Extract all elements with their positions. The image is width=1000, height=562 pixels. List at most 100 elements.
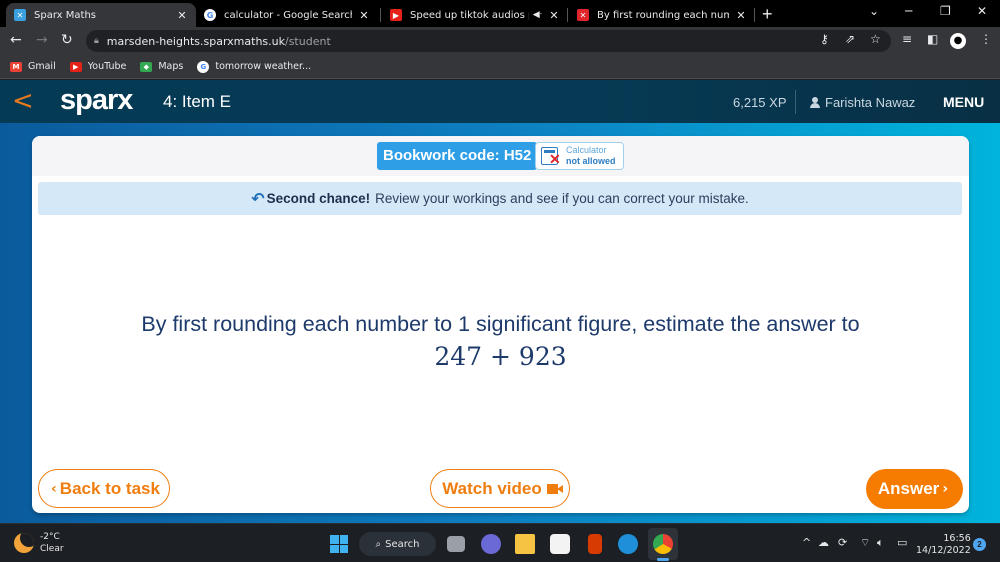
tab-title: By first rounding each number to [597,9,729,21]
moon-icon [14,533,34,553]
volume-icon[interactable]: 🔈︎ [877,536,884,550]
bookmark-label: Maps [158,61,184,72]
back-to-task-label: Back to task [59,478,160,498]
url-host: marsden-heights.sparxmaths.uk [106,34,285,48]
windows-taskbar: -2°C Clear ⌕ Search ^ ☁ ⟳ ⌔ 🔈︎ ▭ 16:56 1… [0,523,1000,562]
bookmark-gmail[interactable]: M Gmail [10,61,56,72]
notification-badge[interactable]: 2 [973,538,986,551]
task-title: 4: Item E [163,92,232,111]
menu-button[interactable]: MENU [943,94,984,110]
close-tab-icon[interactable]: ✕ [735,9,747,22]
sparx-logo: sparx [60,84,133,116]
calculator-crossed-icon: ✕ [540,146,562,166]
clock-time: 16:56 [943,533,971,544]
sync-icon[interactable]: ⟳ [838,536,847,549]
windows-start-icon[interactable] [330,535,348,553]
watch-video-button[interactable]: Watch video [430,469,570,508]
onedrive-icon[interactable]: ☁ [818,536,829,549]
close-tab-icon[interactable]: ✕ [176,9,188,22]
clock-date: 14/12/2022 [916,545,971,556]
bookmark-star-icon[interactable]: ☆ [870,32,881,46]
office-icon[interactable] [588,534,602,554]
calculator-not-allowed-badge: ✕ Calculator not allowed [535,142,624,170]
user-profile[interactable]: Farishta Nawaz [810,95,915,110]
tab-separator [754,8,755,22]
tab-question[interactable]: ✕ By first rounding each number to ✕ [569,3,755,27]
bookmarks-bar: M Gmail ▶ YouTube ◆ Maps G tomorrow weat… [0,55,1000,79]
watch-video-label: Watch video [442,478,542,498]
media-control-icon[interactable]: ≡ [902,32,912,46]
tab-separator [567,8,568,22]
bookwork-code-badge: Bookwork code: H52 [377,142,538,170]
restore-icon[interactable]: ❐ [940,4,951,18]
reload-icon[interactable]: ↻ [61,32,73,48]
question-card: Bookwork code: H52 ✕ Calculator not allo… [32,136,969,513]
video-camera-icon [546,483,563,494]
answer-button[interactable]: Answer › [866,469,963,509]
file-explorer-icon[interactable] [515,534,535,554]
back-to-task-button[interactable]: ‹ Back to task [38,469,170,508]
sparx-error-icon: ✕ [577,9,589,21]
tab-title: Sparx Maths [34,9,96,21]
maps-icon: ◆ [140,61,153,72]
bookmark-label: tomorrow weather... [215,61,312,72]
tab-youtube[interactable]: ▶ Speed up tiktok audios part ◀ᐧ ✕ [382,3,568,27]
bookmark-label: Gmail [28,61,56,72]
google-icon: G [204,9,216,21]
more-menu-icon[interactable]: ⋮ [980,32,992,46]
address-bar[interactable]: 🔒︎ marsden-heights.sparxmaths.uk/student [86,30,891,52]
chevron-right-icon: › [942,481,949,497]
microsoft-store-icon[interactable] [550,534,570,554]
second-chance-banner: ↶ Second chance! Review your workings an… [38,182,962,215]
key-icon[interactable]: ⚷ [820,32,829,46]
tab-google-calculator[interactable]: G calculator - Google Search ✕ [196,3,378,27]
forward-arrow-icon[interactable]: → [36,32,48,48]
sparx-icon: ✕ [14,9,26,21]
task-view-icon[interactable] [447,536,465,552]
user-name: Farishta Nawaz [825,95,916,110]
calculator-status: not allowed [566,156,616,166]
weather-widget[interactable]: -2°C Clear [14,531,64,555]
share-icon[interactable]: ⇗ [845,32,855,46]
close-tab-icon[interactable]: ✕ [548,9,560,22]
temperature: -2°C [40,532,60,542]
tab-separator [380,8,381,22]
new-tab-button[interactable]: + [762,4,773,25]
edge-icon[interactable] [618,534,638,554]
sparx-header: < sparx 4: Item E 6,215 XP Farishta Nawa… [0,80,1000,123]
battery-icon[interactable]: ▭ [897,536,907,549]
browser-toolbar: ← → ↻ 🔒︎ marsden-heights.sparxmaths.uk/s… [0,27,1000,55]
bookmark-weather[interactable]: G tomorrow weather... [197,60,312,73]
youtube-icon: ▶ [69,61,82,72]
close-tab-icon[interactable]: ✕ [358,9,370,22]
back-arrow-icon[interactable]: ← [10,32,22,48]
teams-chat-icon[interactable] [481,534,501,554]
system-clock[interactable]: 16:56 14/12/2022 [916,533,971,557]
chrome-icon[interactable] [653,534,673,554]
taskbar-search[interactable]: ⌕ Search [359,532,436,556]
show-hidden-icons[interactable]: ^ [802,536,811,549]
bookmark-youtube[interactable]: ▶ YouTube [69,61,127,72]
close-window-icon[interactable]: ✕ [977,4,987,18]
bookmark-maps[interactable]: ◆ Maps [140,61,183,72]
audio-muted-icon[interactable]: ◀ᐧ [533,10,542,20]
youtube-icon: ▶ [390,9,402,21]
weather-condition: Clear [40,544,64,554]
minimize-icon[interactable]: ─ [905,4,912,18]
google-icon: G [197,60,210,73]
search-label: Search [385,538,420,550]
side-panel-icon[interactable]: ◧ [927,32,938,46]
bookmark-label: YouTube [87,61,127,72]
tab-search-icon[interactable]: ⌄ [869,4,879,18]
gmail-icon: M [10,61,22,72]
browser-tab-strip: ✕ Sparx Maths ✕ G calculator - Google Se… [0,0,1000,27]
tab-title: Speed up tiktok audios part [410,9,529,21]
profile-avatar-icon[interactable]: ● [950,33,966,49]
back-chevron-icon[interactable]: < [12,86,34,116]
wifi-icon[interactable]: ⌔ [860,536,870,550]
question-text: By first rounding each number to 1 signi… [141,312,860,336]
user-icon [810,97,820,108]
tab-sparx-maths[interactable]: ✕ Sparx Maths ✕ [6,3,196,27]
xp-counter: 6,215 XP [733,95,787,110]
retry-icon: ↶ [251,189,265,208]
